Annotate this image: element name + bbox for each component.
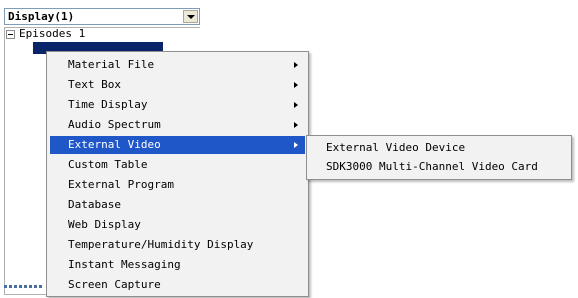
context-menu: Material File Text Box Time Display Audi… <box>46 51 309 297</box>
menu-item-label: Screen Capture <box>68 278 161 291</box>
menu-item-label: Audio Spectrum <box>68 118 161 131</box>
submenu-arrow-icon <box>294 82 298 88</box>
menu-item-label: Material File <box>68 58 155 71</box>
menu-item-time-display[interactable]: Time Display <box>50 96 305 114</box>
menu-item-label: External Video <box>68 138 161 151</box>
submenu-item-external-video-device[interactable]: External Video Device <box>310 139 568 157</box>
external-video-submenu: External Video Device SDK3000 Multi-Chan… <box>306 135 572 180</box>
submenu-arrow-icon <box>294 62 298 68</box>
menu-item-screen-capture[interactable]: Screen Capture <box>50 276 305 294</box>
menu-item-web-display[interactable]: Web Display <box>50 216 305 234</box>
tree-node-episodes[interactable]: Episodes 1 <box>19 27 85 40</box>
submenu-item-sdk3000-video-card[interactable]: SDK3000 Multi-Channel Video Card <box>310 158 568 176</box>
menu-item-label: Instant Messaging <box>68 258 181 271</box>
menu-item-instant-messaging[interactable]: Instant Messaging <box>50 256 305 274</box>
submenu-arrow-icon <box>294 142 298 148</box>
submenu-arrow-icon <box>294 102 298 108</box>
display-select[interactable]: Display(1) <box>4 8 200 25</box>
menu-item-database[interactable]: Database <box>50 196 305 214</box>
menu-item-material-file[interactable]: Material File <box>50 56 305 74</box>
menu-item-label: Text Box <box>68 78 121 91</box>
menu-item-label: Custom Table <box>68 158 148 171</box>
menu-item-external-video[interactable]: External Video <box>50 136 305 154</box>
menu-item-external-program[interactable]: External Program <box>50 176 305 194</box>
display-select-value: Display(1) <box>8 10 75 23</box>
menu-item-label: External Program <box>68 178 174 191</box>
menu-item-audio-spectrum[interactable]: Audio Spectrum <box>50 116 305 134</box>
submenu-item-label: External Video Device <box>326 141 466 154</box>
panel-divider <box>4 285 44 288</box>
menu-item-temperature-humidity[interactable]: Temperature/Humidity Display <box>50 236 305 254</box>
menu-item-text-box[interactable]: Text Box <box>50 76 305 94</box>
tree-collapse-icon[interactable] <box>6 30 15 39</box>
menu-item-label: Time Display <box>68 98 148 111</box>
menu-item-label: Temperature/Humidity Display <box>68 238 254 251</box>
menu-item-label: Database <box>68 198 121 211</box>
submenu-arrow-icon <box>294 122 298 128</box>
submenu-item-label: SDK3000 Multi-Channel Video Card <box>326 160 538 173</box>
menu-item-label: Web Display <box>68 218 141 231</box>
chevron-down-icon[interactable] <box>183 10 198 23</box>
menu-item-custom-table[interactable]: Custom Table <box>50 156 305 174</box>
